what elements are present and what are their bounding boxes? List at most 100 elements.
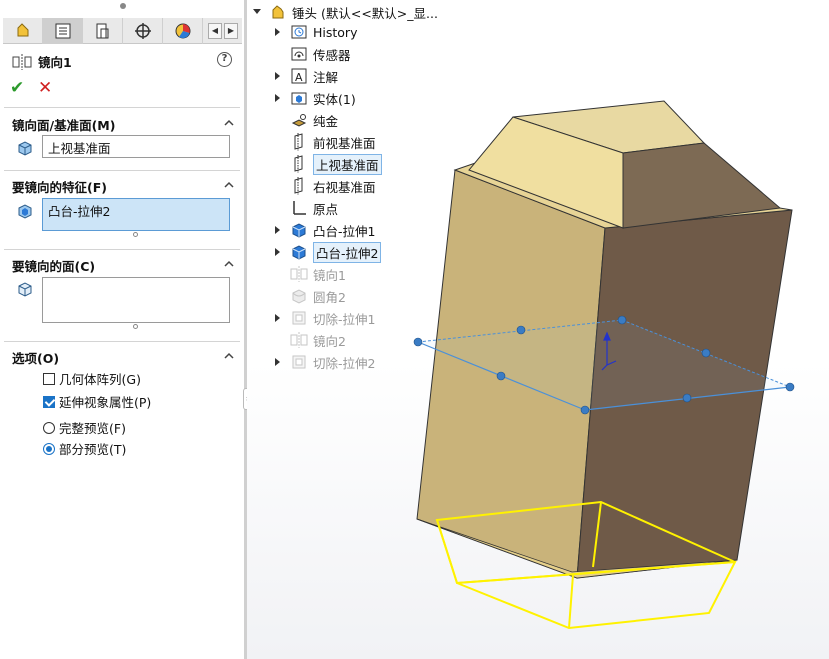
tab-display-manager[interactable] — [163, 18, 203, 44]
annotation-icon: A — [291, 68, 307, 84]
section-mirror-face-title[interactable]: 镜向面/基准面(M) — [12, 115, 115, 134]
mirror-icon — [290, 266, 308, 282]
divider — [4, 249, 240, 250]
manager-tabs: ◀ ▶ — [3, 18, 242, 44]
face-selection-icon — [18, 141, 32, 156]
tab-configuration-manager[interactable] — [83, 18, 123, 44]
part-icon — [272, 5, 284, 19]
full-preview-radio[interactable] — [43, 421, 55, 434]
features-list[interactable]: 凸台-拉伸2 — [42, 198, 230, 231]
tree-item-label: 右视基准面 — [313, 179, 376, 195]
cut-extrude-icon — [292, 355, 306, 369]
tab-property-manager[interactable] — [43, 18, 83, 44]
tree-item[interactable]: 前视基准面 — [271, 132, 376, 152]
tree-item[interactable]: A 注解 — [271, 66, 338, 86]
plane-icon — [294, 133, 303, 151]
dimxpert-icon — [134, 23, 151, 39]
chevron-up-icon[interactable] — [224, 259, 234, 269]
partial-preview-label: 部分预览(T) — [59, 442, 127, 457]
tree-item[interactable]: 切除-拉伸1 — [271, 308, 375, 328]
list-resize-grip[interactable] — [133, 324, 138, 329]
tree-item[interactable]: 实体(1) — [271, 88, 356, 108]
tree-item[interactable]: 镜向1 — [271, 264, 346, 284]
propagate-visual-label: 延伸视象属性(P) — [59, 395, 152, 410]
plane-icon — [294, 155, 303, 173]
mirror-face-field[interactable]: 上视基准面 — [42, 135, 230, 158]
chevron-up-icon[interactable] — [224, 118, 234, 128]
tree-item[interactable]: 传感器 — [271, 44, 351, 64]
solid-bodies-icon — [291, 92, 307, 105]
tree-item[interactable]: 切除-拉伸2 — [271, 352, 375, 372]
expand-arrow-icon[interactable] — [275, 226, 280, 234]
tree-item[interactable]: 原点 — [271, 198, 338, 218]
origin-icon — [293, 201, 306, 215]
tree-root-label: 锤头 (默认<<默认>_显... — [292, 5, 438, 21]
feature-manager-icon — [17, 23, 28, 37]
expand-arrow-icon[interactable] — [275, 314, 280, 322]
panel-grip[interactable] — [120, 3, 126, 9]
section-features-title[interactable]: 要镜向的特征(F) — [12, 177, 107, 196]
property-manager-icon — [55, 23, 70, 39]
tree-item[interactable]: 右视基准面 — [271, 176, 376, 196]
tree-item-label: 切除-拉伸2 — [313, 355, 376, 371]
tree-item-label: 原点 — [313, 201, 339, 217]
section-faces-title[interactable]: 要镜向的面(C) — [12, 256, 95, 275]
geometry-pattern-label: 几何体阵列(G) — [59, 372, 141, 387]
section-options-title[interactable]: 选项(O) — [12, 348, 59, 367]
propagate-visual-checkbox[interactable] — [43, 395, 55, 408]
tab-scroll-right[interactable]: ▶ — [224, 23, 238, 39]
expand-arrow-icon[interactable] — [275, 72, 280, 80]
chevron-up-icon[interactable] — [224, 351, 234, 361]
partial-preview-option[interactable]: 部分预览(T) — [43, 439, 126, 458]
tree-item-label: 纯金 — [313, 113, 339, 129]
full-preview-label: 完整预览(F) — [59, 421, 126, 436]
tree-root[interactable]: 锤头 (默认<<默认>_显... — [253, 2, 438, 22]
full-preview-option[interactable]: 完整预览(F) — [43, 418, 126, 437]
tree-item[interactable]: History — [271, 22, 357, 42]
ok-button[interactable]: ✔ — [10, 78, 24, 98]
divider — [4, 170, 240, 171]
tree-item-label: 注解 — [313, 69, 339, 85]
feature-tree: 锤头 (默认<<默认>_显... History 传感器 A 注解实体(1) 纯金前视基… — [247, 0, 829, 659]
expand-arrow-icon[interactable] — [275, 358, 280, 366]
tree-item[interactable]: 凸台-拉伸1 — [271, 220, 375, 240]
divider — [4, 107, 240, 108]
collapse-arrow-icon[interactable] — [253, 9, 261, 14]
property-manager-panel: ◀ ▶ 镜向1 ? ✔ ✕ 镜向面/基准面(M) 上视基准面 要镜向的特征(F)… — [0, 0, 244, 659]
extrude-icon — [292, 223, 306, 238]
mirror-icon — [12, 53, 32, 70]
list-resize-grip[interactable] — [133, 232, 138, 237]
tab-scroll-left[interactable]: ◀ — [208, 23, 222, 39]
feature-selection-icon — [18, 204, 32, 219]
history-icon — [291, 25, 307, 39]
tab-dimxpert[interactable] — [123, 18, 163, 44]
expand-arrow-icon[interactable] — [275, 94, 280, 102]
face-selection-icon — [18, 282, 32, 297]
expand-arrow-icon[interactable] — [275, 248, 280, 256]
partial-preview-radio[interactable] — [43, 442, 55, 455]
tree-item[interactable]: 纯金 — [271, 110, 338, 130]
chevron-up-icon[interactable] — [224, 180, 234, 190]
tree-item[interactable]: 镜向2 — [271, 330, 346, 350]
extrude-icon — [292, 245, 306, 260]
tab-feature-manager[interactable] — [3, 18, 43, 44]
geometry-pattern-checkbox[interactable] — [43, 372, 55, 385]
material-icon — [291, 114, 307, 127]
fillet-icon — [292, 289, 306, 304]
tree-item-label: 凸台-拉伸2 — [313, 241, 382, 263]
configuration-manager-icon — [96, 23, 108, 39]
expand-arrow-icon[interactable] — [275, 28, 280, 36]
propagate-visual-option[interactable]: 延伸视象属性(P) — [43, 392, 151, 411]
tree-item-label: 凸台-拉伸1 — [313, 223, 376, 239]
tree-item-label: 切除-拉伸1 — [313, 311, 376, 327]
pm-title: 镜向1 — [12, 52, 72, 71]
tree-item[interactable]: 圆角2 — [271, 286, 346, 306]
tree-item-label: 上视基准面 — [313, 153, 382, 175]
tree-item[interactable]: 凸台-拉伸2 — [271, 241, 382, 263]
cancel-button[interactable]: ✕ — [38, 78, 52, 98]
help-icon[interactable]: ? — [217, 52, 232, 67]
geometry-pattern-option[interactable]: 几何体阵列(G) — [43, 369, 141, 388]
tree-item-label: 镜向2 — [313, 333, 346, 349]
faces-list[interactable] — [42, 277, 230, 323]
tree-item[interactable]: 上视基准面 — [271, 153, 382, 175]
